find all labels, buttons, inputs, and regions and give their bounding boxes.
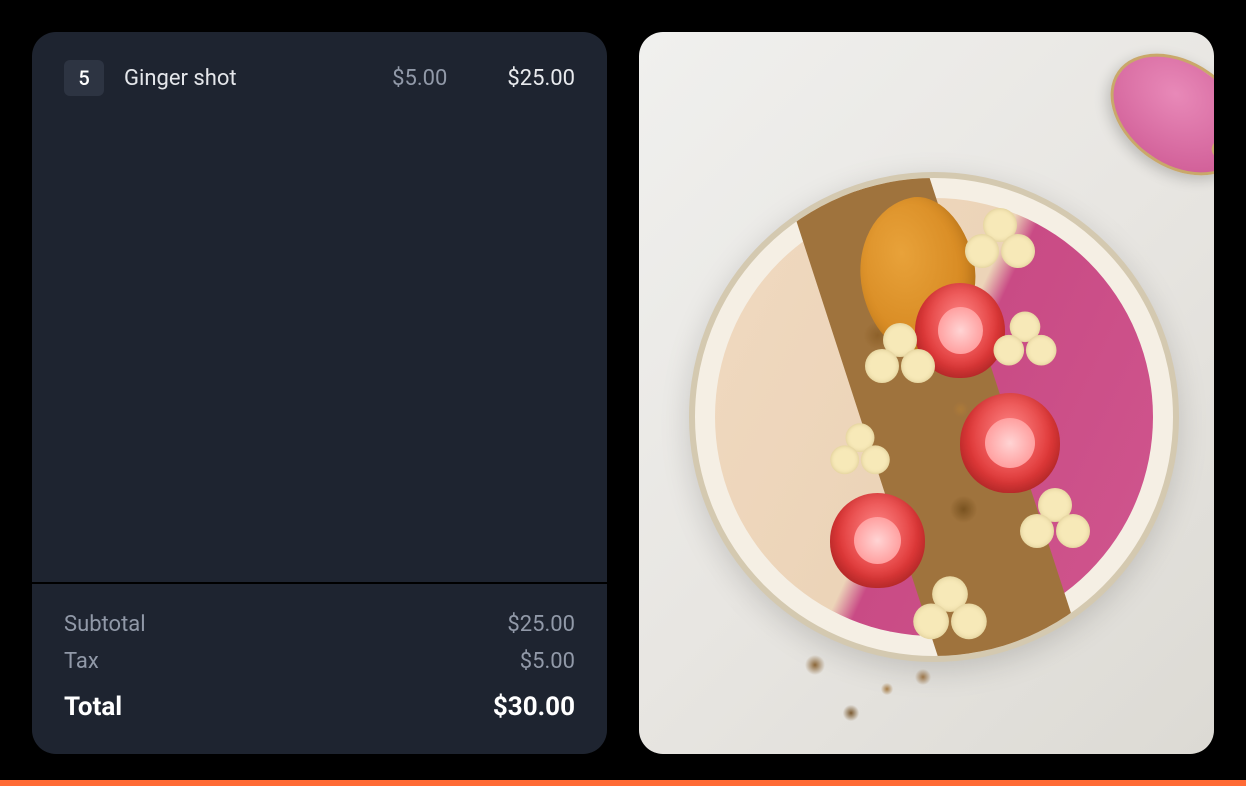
- quantity-badge: 5: [64, 60, 104, 96]
- tax-row: Tax $5.00: [64, 649, 575, 674]
- total-label: Total: [64, 692, 122, 722]
- line-item[interactable]: 5 Ginger shot $5.00 $25.00: [64, 60, 575, 96]
- line-total: $25.00: [507, 66, 575, 91]
- main-container: 5 Ginger shot $5.00 $25.00 Subtotal $25.…: [0, 0, 1246, 786]
- subtotal-row: Subtotal $25.00: [64, 612, 575, 637]
- tax-value: $5.00: [520, 649, 575, 674]
- tax-label: Tax: [64, 649, 99, 674]
- total-value: $30.00: [493, 692, 575, 722]
- item-name: Ginger shot: [124, 66, 372, 91]
- receipt-summary: Subtotal $25.00 Tax $5.00 Total $30.00: [32, 582, 607, 754]
- total-row: Total $30.00: [64, 692, 575, 722]
- unit-price: $5.00: [392, 66, 447, 91]
- receipt-panel: 5 Ginger shot $5.00 $25.00 Subtotal $25.…: [32, 32, 607, 754]
- smoothie-bowl-icon: [689, 172, 1179, 662]
- accent-bottom-bar: [0, 780, 1246, 786]
- spoon-icon: [1087, 32, 1214, 201]
- receipt-items-list: 5 Ginger shot $5.00 $25.00: [32, 32, 607, 582]
- product-image-panel: [639, 32, 1214, 754]
- subtotal-value: $25.00: [507, 612, 575, 637]
- granola-crumbs-icon: [779, 629, 959, 749]
- subtotal-label: Subtotal: [64, 612, 146, 637]
